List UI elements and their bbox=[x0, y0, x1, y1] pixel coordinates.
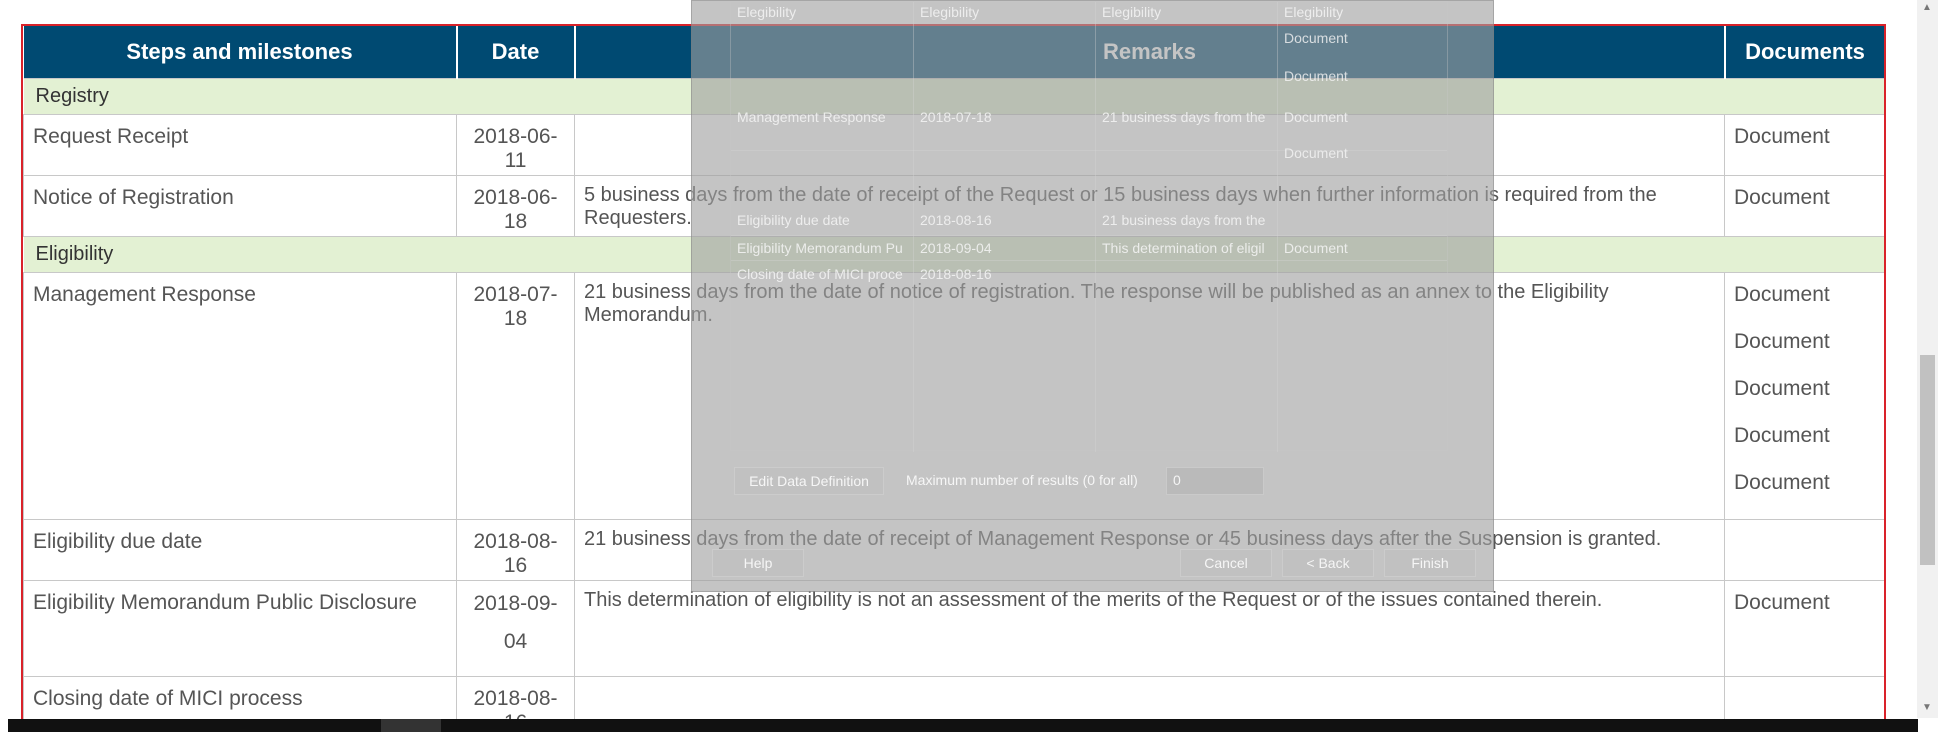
edit-data-definition-button[interactable]: Edit Data Definition bbox=[734, 467, 884, 495]
max-results-input[interactable]: 0 bbox=[1166, 467, 1264, 495]
header-documents: Documents bbox=[1724, 26, 1884, 78]
document-link[interactable]: Document bbox=[1734, 125, 1875, 172]
dialog-cell: Elegibility bbox=[737, 4, 797, 20]
dialog-cell: This determination of eligil bbox=[1102, 240, 1265, 256]
dialog-row: Eligibility Memorandum Pu 2018-09-04 Thi… bbox=[731, 238, 1447, 264]
document-link[interactable]: Document bbox=[1734, 471, 1875, 518]
dialog-cell: Management Response bbox=[737, 109, 886, 125]
document-link[interactable]: Document bbox=[1734, 283, 1875, 330]
document-link[interactable]: Document bbox=[1734, 591, 1875, 638]
max-results-label: Maximum number of results (0 for all) bbox=[906, 472, 1138, 488]
date-cell: 2018-09- 04 bbox=[456, 579, 575, 677]
dialog-cell: 21 business days from the bbox=[1102, 109, 1266, 125]
step-cell: Request Receipt bbox=[23, 113, 457, 176]
header-steps: Steps and milestones bbox=[23, 26, 458, 78]
dialog-cell: 2018-07-18 bbox=[920, 109, 992, 125]
table-row: Eligibility Memorandum Public Disclosure… bbox=[23, 579, 1884, 677]
dialog-cell: Eligibility Memorandum Pu bbox=[737, 240, 903, 256]
taskbar-segment bbox=[381, 719, 441, 732]
overlay-dialog: Elegibility Elegibility Elegibility Eleg… bbox=[691, 0, 1494, 592]
help-button[interactable]: Help bbox=[712, 549, 804, 577]
document-link[interactable]: Document bbox=[1734, 330, 1875, 377]
dialog-row: Closing date of MICI proce 2018-08-16 bbox=[731, 264, 1447, 290]
documents-cell: Document bbox=[1724, 113, 1884, 176]
date-cell: 2018-06-11 bbox=[456, 113, 575, 176]
dialog-cell: 21 business days from the bbox=[1102, 212, 1266, 228]
header-date: Date bbox=[456, 26, 576, 78]
remarks-cell: This determination of eligibility is not… bbox=[574, 579, 1725, 677]
document-link[interactable]: Document bbox=[1734, 377, 1875, 424]
date-cell: 2018-08-16 bbox=[456, 518, 575, 581]
documents-cell: Document bbox=[1724, 579, 1884, 677]
document-link[interactable]: Document bbox=[1734, 186, 1875, 233]
back-button[interactable]: < Back bbox=[1282, 549, 1374, 577]
dialog-cell: Elegibility bbox=[920, 4, 980, 20]
cancel-button[interactable]: Cancel bbox=[1180, 549, 1272, 577]
dialog-cell: 2018-08-16 bbox=[920, 212, 992, 228]
dialog-cell: 2018-09-04 bbox=[920, 240, 992, 256]
dialog-doc: Document bbox=[1284, 145, 1348, 161]
dialog-cell: Eligibility due date bbox=[737, 212, 850, 228]
scroll-up-icon[interactable]: ▲ bbox=[1922, 2, 1932, 13]
step-cell: Eligibility due date bbox=[23, 518, 457, 581]
dialog-cell: Elegibility bbox=[1284, 4, 1344, 20]
scrollbar-thumb[interactable] bbox=[1920, 355, 1935, 565]
dialog-cell: Closing date of MICI proce bbox=[737, 266, 903, 282]
date-line-1: 2018-09- bbox=[473, 591, 558, 615]
date-cell: 2018-07-18 bbox=[456, 271, 575, 520]
documents-cell: Document Document Document Document Docu… bbox=[1724, 271, 1884, 520]
documents-cell: Document bbox=[1724, 174, 1884, 237]
documents-cell bbox=[1724, 518, 1884, 581]
vertical-scrollbar[interactable]: ▲ ▼ bbox=[1917, 0, 1938, 718]
dialog-row: Elegibility Elegibility Elegibility Eleg… bbox=[731, 2, 1447, 28]
step-cell: Notice of Registration bbox=[23, 174, 457, 237]
dialog-row: Eligibility due date 2018-08-16 21 busin… bbox=[731, 210, 1447, 236]
dialog-preview-table: Elegibility Elegibility Elegibility Eleg… bbox=[730, 1, 1448, 452]
dialog-cell: Elegibility bbox=[1102, 4, 1162, 20]
scroll-down-icon[interactable]: ▼ bbox=[1922, 702, 1932, 713]
date-line-2: 04 bbox=[503, 629, 528, 653]
document-link[interactable]: Document bbox=[1734, 424, 1875, 471]
finish-button[interactable]: Finish bbox=[1384, 549, 1476, 577]
dialog-doc: Document bbox=[1284, 30, 1348, 46]
bottom-taskbar-strip bbox=[8, 719, 1918, 732]
dialog-row: Management Response 2018-07-18 21 busine… bbox=[731, 107, 1447, 133]
date-cell: 2018-06-18 bbox=[456, 174, 575, 237]
dialog-doc: Document bbox=[1284, 68, 1348, 84]
dialog-cell: 2018-08-16 bbox=[920, 266, 992, 282]
dialog-cell: Document bbox=[1284, 109, 1348, 125]
step-cell: Eligibility Memorandum Public Disclosure bbox=[23, 579, 457, 677]
step-cell: Management Response bbox=[23, 271, 457, 520]
dialog-cell: Document bbox=[1284, 240, 1348, 256]
